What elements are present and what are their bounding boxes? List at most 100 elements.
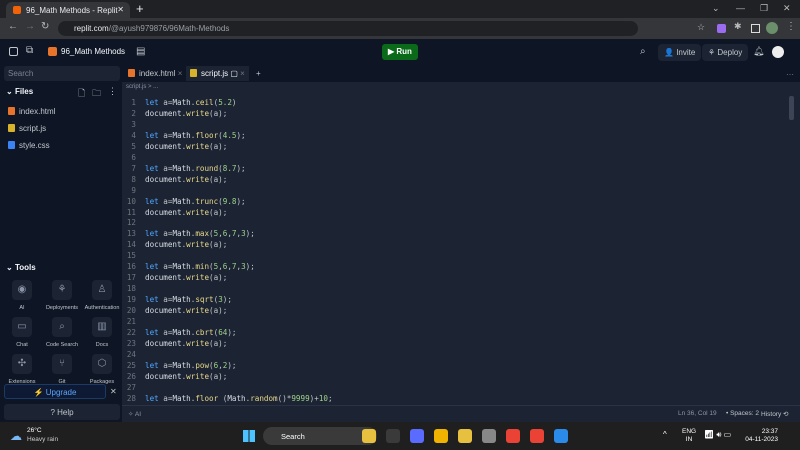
- code-line[interactable]: 20 document.write(a);: [122, 306, 782, 317]
- code-line[interactable]: 28 let a=Math.floor (Math.random()*9999)+…: [122, 394, 782, 405]
- run-button[interactable]: ▶ Run: [382, 44, 418, 60]
- tab-search-icon[interactable]: ⌄: [712, 3, 720, 14]
- new-tab-button[interactable]: +: [136, 1, 144, 16]
- code-line[interactable]: 9: [122, 186, 782, 197]
- file-item[interactable]: script.js: [8, 124, 46, 133]
- file-item[interactable]: index.html: [8, 107, 55, 116]
- files-menu-icon[interactable]: ⋮: [108, 86, 117, 97]
- code-lines[interactable]: 1 let a=Math.ceil(5.2) 2 document.write(a);…: [122, 98, 782, 405]
- code-line[interactable]: 1 let a=Math.ceil(5.2): [122, 98, 782, 109]
- sidebar-search-input[interactable]: Search: [4, 66, 120, 81]
- code-line[interactable]: 21: [122, 317, 782, 328]
- tool-authentication[interactable]: ♙ Authentication: [84, 280, 120, 311]
- tool-code-search[interactable]: ⌕ Code Search: [44, 317, 80, 348]
- code-line[interactable]: 27: [122, 383, 782, 394]
- code-line[interactable]: 7 let a=Math.round(8.7);: [122, 164, 782, 175]
- code-line[interactable]: 8 document.write(a);: [122, 175, 782, 186]
- tray-chevron-icon[interactable]: ^: [663, 430, 667, 439]
- tab-script-js[interactable]: script.js ▢ ×: [186, 66, 249, 81]
- minimize-button[interactable]: —: [736, 3, 745, 13]
- code-line[interactable]: 23 document.write(a);: [122, 339, 782, 350]
- code-line[interactable]: 25 let a=Math.pow(6,2);: [122, 361, 782, 372]
- help-button[interactable]: ? Help: [4, 404, 120, 420]
- side-panel-icon[interactable]: [751, 24, 760, 33]
- project-info-icon[interactable]: ▤: [136, 46, 145, 57]
- upgrade-button[interactable]: ⚡ Upgrade: [4, 384, 106, 399]
- clock[interactable]: 23:37 04-11-2023: [744, 428, 778, 444]
- weather-icon[interactable]: ☁: [10, 429, 22, 443]
- tab-index-html[interactable]: index.html ×: [124, 66, 186, 81]
- code-line[interactable]: 22 let a=Math.cbrt(64);: [122, 328, 782, 339]
- close-tab-icon[interactable]: ×: [178, 69, 183, 78]
- code-line[interactable]: 16 let a=Math.min(5,6,7,3);: [122, 262, 782, 273]
- language-indicator[interactable]: ENG IN: [682, 428, 696, 444]
- new-folder-icon[interactable]: 🗀: [92, 86, 101, 102]
- profile-avatar[interactable]: [766, 22, 778, 34]
- code-line[interactable]: 6: [122, 153, 782, 164]
- code-line[interactable]: 26 document.write(a);: [122, 372, 782, 383]
- taskbar-app-icon[interactable]: [386, 429, 400, 443]
- taskbar-search[interactable]: Search: [263, 427, 377, 445]
- sidebar-toggle-icon[interactable]: [9, 47, 18, 56]
- back-icon[interactable]: ←: [8, 21, 18, 32]
- user-avatar[interactable]: [772, 46, 784, 58]
- taskbar-app-icon[interactable]: [482, 429, 496, 443]
- code-line[interactable]: 5 document.write(a);: [122, 142, 782, 153]
- code-line[interactable]: 14 document.write(a);: [122, 240, 782, 251]
- add-tab-button[interactable]: +: [252, 66, 265, 81]
- url-input[interactable]: replit.com/@ayush979876/96Math-Methods: [58, 21, 638, 36]
- close-tab-icon[interactable]: ✕: [117, 5, 124, 14]
- tool-packages[interactable]: ⬡ Packages: [84, 354, 120, 385]
- star-icon[interactable]: ☆: [697, 22, 705, 33]
- taskbar-app-icon[interactable]: [458, 429, 472, 443]
- taskbar-app-icon[interactable]: [410, 429, 424, 443]
- taskbar-app-icon[interactable]: [434, 429, 448, 443]
- invite-button[interactable]: 👤 Invite: [658, 44, 702, 61]
- taskbar-app-icon[interactable]: [362, 429, 376, 443]
- code-line[interactable]: 11 document.write(a);: [122, 208, 782, 219]
- reload-icon[interactable]: ↻: [41, 21, 49, 32]
- maximize-button[interactable]: ❐: [760, 3, 768, 14]
- tool-git[interactable]: ⑂ Git: [44, 354, 80, 385]
- files-header[interactable]: ⌄ Files: [6, 87, 33, 96]
- code-line[interactable]: 24: [122, 350, 782, 361]
- scrollbar[interactable]: [789, 96, 794, 120]
- close-tab-icon[interactable]: ×: [240, 69, 245, 78]
- tool-chat[interactable]: ▭ Chat: [4, 317, 40, 348]
- extension-icon[interactable]: [717, 24, 726, 33]
- wifi-volume-battery-icons[interactable]: 📶︎ 🔊︎ ▭: [704, 430, 731, 440]
- code-line[interactable]: 19 let a=Math.sqrt(3);: [122, 295, 782, 306]
- search-icon[interactable]: ⌕: [640, 46, 646, 57]
- code-line[interactable]: 17 document.write(a);: [122, 273, 782, 284]
- code-line[interactable]: 4 let a=Math.floor(4.5);: [122, 131, 782, 142]
- close-window-button[interactable]: ✕: [783, 3, 791, 14]
- project-name[interactable]: 96_Math Methods: [61, 47, 125, 56]
- forward-icon[interactable]: →: [25, 21, 35, 32]
- ai-status[interactable]: ✧ AI: [128, 410, 141, 418]
- file-item[interactable]: style.css: [8, 141, 50, 150]
- deploy-button[interactable]: ⚘ Deploy: [702, 44, 749, 61]
- code-line[interactable]: 10 let a=Math.trunc(9.8);: [122, 197, 782, 208]
- code-line[interactable]: 18: [122, 284, 782, 295]
- tool-extensions[interactable]: ✣ Extensions: [4, 354, 40, 385]
- code-line[interactable]: 2 document.write(a);: [122, 109, 782, 120]
- weather-text[interactable]: Heavy rain: [27, 436, 58, 443]
- temperature[interactable]: 26°C: [27, 427, 42, 434]
- cursor-position[interactable]: Ln 36, Col 19: [678, 410, 717, 417]
- tool-ai[interactable]: ◉ AI: [4, 280, 40, 311]
- chrome-menu-icon[interactable]: ⋮: [786, 21, 796, 32]
- pane-menu-icon[interactable]: ⋯: [786, 70, 794, 79]
- code-line[interactable]: 13 let a=Math.max(5,6,7,3);: [122, 229, 782, 240]
- replit-logo-icon[interactable]: ⧉: [26, 45, 33, 56]
- browser-tab[interactable]: 96_Math Methods - Replit ✕: [6, 2, 130, 18]
- taskbar-app-icon[interactable]: [530, 429, 544, 443]
- code-line[interactable]: 15: [122, 251, 782, 262]
- taskbar-app-icon[interactable]: [554, 429, 568, 443]
- tool-docs[interactable]: ▥ Docs: [84, 317, 120, 348]
- new-file-icon[interactable]: 🗋: [78, 86, 85, 102]
- close-upgrade-icon[interactable]: ✕: [110, 387, 117, 396]
- tool-deployments[interactable]: ⚘ Deployments: [44, 280, 80, 311]
- extensions-puzzle-icon[interactable]: ✱: [734, 21, 742, 32]
- taskbar-app-icon[interactable]: [506, 429, 520, 443]
- spaces-indicator[interactable]: • Spaces: 2: [726, 410, 759, 417]
